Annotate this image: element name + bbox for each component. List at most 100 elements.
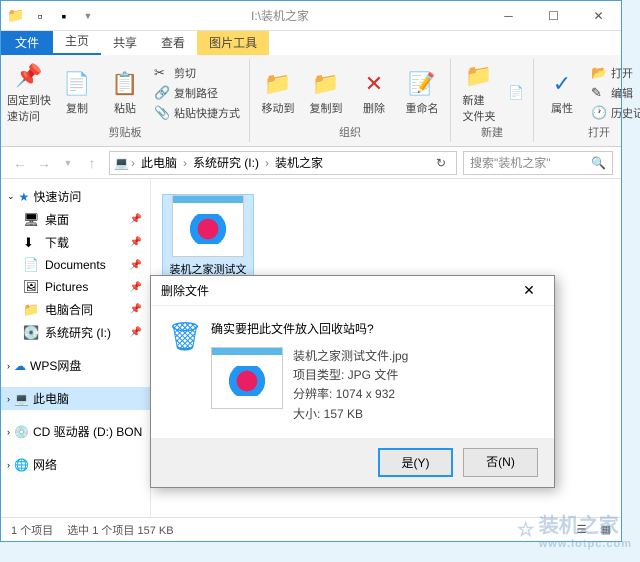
group-label-organize: 组织 — [256, 124, 444, 140]
tab-share[interactable]: 共享 — [101, 30, 149, 55]
chevron-right-icon[interactable]: › — [263, 156, 271, 170]
chevron-right-icon[interactable]: › — [129, 156, 137, 170]
drive-icon: 💽 — [23, 325, 39, 341]
sidebar-item-downloads[interactable]: ⬇下载📌 — [1, 231, 150, 254]
breadcrumb-seg-pc[interactable]: 此电脑 — [137, 154, 181, 171]
breadcrumb-seg-folder[interactable]: 装机之家 — [271, 154, 327, 171]
download-icon: ⬇ — [23, 235, 39, 251]
new-item-icon: 📄 — [508, 85, 524, 101]
path-icon: 🔗 — [154, 85, 170, 101]
delete-dialog: 删除文件 ✕ 🗑 确实要把此文件放入回收站吗? 装机之家测试文件.jpg 项目类… — [150, 275, 555, 488]
address-bar: ← → ▼ ↑ 💻 › 此电脑 › 系统研究 (I:) › 装机之家 ↻ 搜索"… — [1, 147, 621, 179]
pin-quick-access-button[interactable]: 📌固定到快 速访问 — [7, 61, 51, 124]
open-icon: 📂 — [591, 65, 607, 81]
pin-icon: 📌 — [130, 260, 142, 271]
pin-icon: 📌 — [130, 237, 142, 248]
recycle-bin-icon: 🗑 — [167, 320, 199, 424]
open-button[interactable]: 📂打开 — [588, 64, 640, 82]
breadcrumb-seg-drive[interactable]: 系统研究 (I:) — [189, 154, 263, 171]
tab-view[interactable]: 查看 — [149, 30, 197, 55]
history-icon: 🕐 — [591, 105, 607, 121]
cd-icon: 💿 — [14, 425, 29, 439]
properties-button[interactable]: ✓属性 — [540, 61, 584, 124]
pin-icon: 📌 — [15, 62, 42, 90]
paste-button[interactable]: 📋粘贴 — [103, 61, 147, 124]
tab-home[interactable]: 主页 — [53, 28, 101, 55]
rename-button[interactable]: 📝重命名 — [400, 61, 444, 124]
sidebar-wps[interactable]: ›☁WPS网盘 — [1, 354, 150, 377]
sidebar-item-desktop[interactable]: 🖥桌面📌 — [1, 208, 150, 231]
chevron-right-icon: › — [7, 394, 10, 404]
documents-icon: 📄 — [23, 257, 39, 273]
sidebar: ⌄★快速访问 🖥桌面📌 ⬇下载📌 📄Documents📌 🖼Pictures📌 … — [1, 179, 151, 529]
copy-button[interactable]: 📄复制 — [55, 61, 99, 124]
cloud-icon: ☁ — [14, 359, 26, 373]
chevron-right-icon: › — [7, 460, 10, 470]
copy-to-button[interactable]: 📁复制到 — [304, 61, 348, 124]
move-to-button[interactable]: 📁移动到 — [256, 61, 300, 124]
statusbar: 1 个项目 选中 1 个项目 157 KB ☰ ▦ — [1, 517, 621, 541]
group-label-open: 打开 — [540, 124, 640, 140]
ribbon-group-new: 📁新建 文件夹 📄 新建 — [451, 59, 534, 142]
chevron-down-icon: ⌄ — [7, 191, 15, 202]
recent-button[interactable]: ▼ — [57, 152, 79, 174]
paste-shortcut-button[interactable]: 📎粘贴快捷方式 — [151, 104, 243, 122]
rename-icon: 📝 — [408, 70, 435, 98]
pin-icon: 📌 — [130, 214, 142, 225]
qat-new-folder-icon[interactable]: ▪ — [53, 5, 75, 27]
pin-icon: 📌 — [130, 282, 142, 293]
no-button[interactable]: 否(N) — [463, 448, 538, 477]
breadcrumb[interactable]: 💻 › 此电脑 › 系统研究 (I:) › 装机之家 ↻ — [109, 151, 457, 175]
qat-dropdown-icon[interactable]: ▼ — [77, 5, 99, 27]
paste-icon: 📋 — [111, 70, 138, 98]
search-icon: 🔍 — [591, 156, 606, 170]
network-icon: 🌐 — [14, 458, 29, 472]
sidebar-item-contracts[interactable]: 📁电脑合同📌 — [1, 298, 150, 321]
dialog-filetype: 项目类型: JPG 文件 — [293, 366, 408, 385]
new-item-button[interactable]: 📄 — [505, 84, 527, 102]
pc-icon: 💻 — [114, 156, 129, 170]
search-input[interactable]: 搜索"装机之家" 🔍 — [463, 151, 613, 175]
delete-button[interactable]: ✕删除 — [352, 61, 396, 124]
sidebar-this-pc[interactable]: ›💻此电脑 — [1, 387, 150, 410]
back-button[interactable]: ← — [9, 152, 31, 174]
qat-properties-icon[interactable]: ▫ — [29, 5, 51, 27]
sidebar-item-pictures[interactable]: 🖼Pictures📌 — [1, 276, 150, 298]
dialog-resolution: 分辨率: 1074 x 932 — [293, 385, 408, 404]
folder-icon: 📁 — [23, 302, 39, 318]
sidebar-cd-drive[interactable]: ›💿CD 驱动器 (D:) BON — [1, 420, 150, 443]
chevron-right-icon: › — [7, 427, 10, 437]
refresh-button[interactable]: ↻ — [430, 156, 452, 170]
view-details-button[interactable]: ☰ — [577, 523, 587, 536]
dialog-close-button[interactable]: ✕ — [514, 282, 544, 299]
dialog-filename: 装机之家测试文件.jpg — [293, 347, 408, 366]
tab-picture-tools[interactable]: 图片工具 — [197, 30, 269, 55]
close-button[interactable]: ✕ — [576, 2, 621, 30]
ribbon-group-open: ✓属性 📂打开 ✎编辑 🕐历史记录 打开 — [534, 59, 640, 142]
tab-file[interactable]: 文件 — [1, 30, 53, 55]
new-folder-button[interactable]: 📁新建 文件夹 — [457, 61, 501, 124]
copy-path-button[interactable]: 🔗复制路径 — [151, 84, 243, 102]
maximize-button[interactable]: ☐ — [531, 2, 576, 30]
cut-icon: ✂ — [154, 65, 170, 81]
sidebar-item-documents[interactable]: 📄Documents📌 — [1, 254, 150, 276]
dialog-metadata: 装机之家测试文件.jpg 项目类型: JPG 文件 分辨率: 1074 x 93… — [293, 347, 408, 424]
edit-button[interactable]: ✎编辑 — [588, 84, 640, 102]
file-thumbnail — [172, 195, 244, 257]
sidebar-item-drive-i[interactable]: 💽系统研究 (I:)📌 — [1, 321, 150, 344]
chevron-right-icon[interactable]: › — [181, 156, 189, 170]
group-label-clipboard: 剪贴板 — [7, 124, 243, 140]
yes-button[interactable]: 是(Y) — [378, 448, 453, 477]
view-icons-button[interactable]: ▦ — [601, 523, 611, 536]
desktop-icon: 🖥 — [23, 212, 39, 228]
forward-button[interactable]: → — [33, 152, 55, 174]
cut-button[interactable]: ✂剪切 — [151, 64, 243, 82]
history-button[interactable]: 🕐历史记录 — [588, 104, 640, 122]
sidebar-quick-access[interactable]: ⌄★快速访问 — [1, 185, 150, 208]
sidebar-network[interactable]: ›🌐网络 — [1, 453, 150, 476]
dialog-thumbnail — [211, 347, 283, 409]
ribbon-group-clipboard: 📌固定到快 速访问 📄复制 📋粘贴 ✂剪切 🔗复制路径 📎粘贴快捷方式 剪贴板 — [1, 59, 250, 142]
star-icon: ★ — [19, 190, 30, 204]
up-button[interactable]: ↑ — [81, 152, 103, 174]
minimize-button[interactable]: ─ — [486, 2, 531, 30]
